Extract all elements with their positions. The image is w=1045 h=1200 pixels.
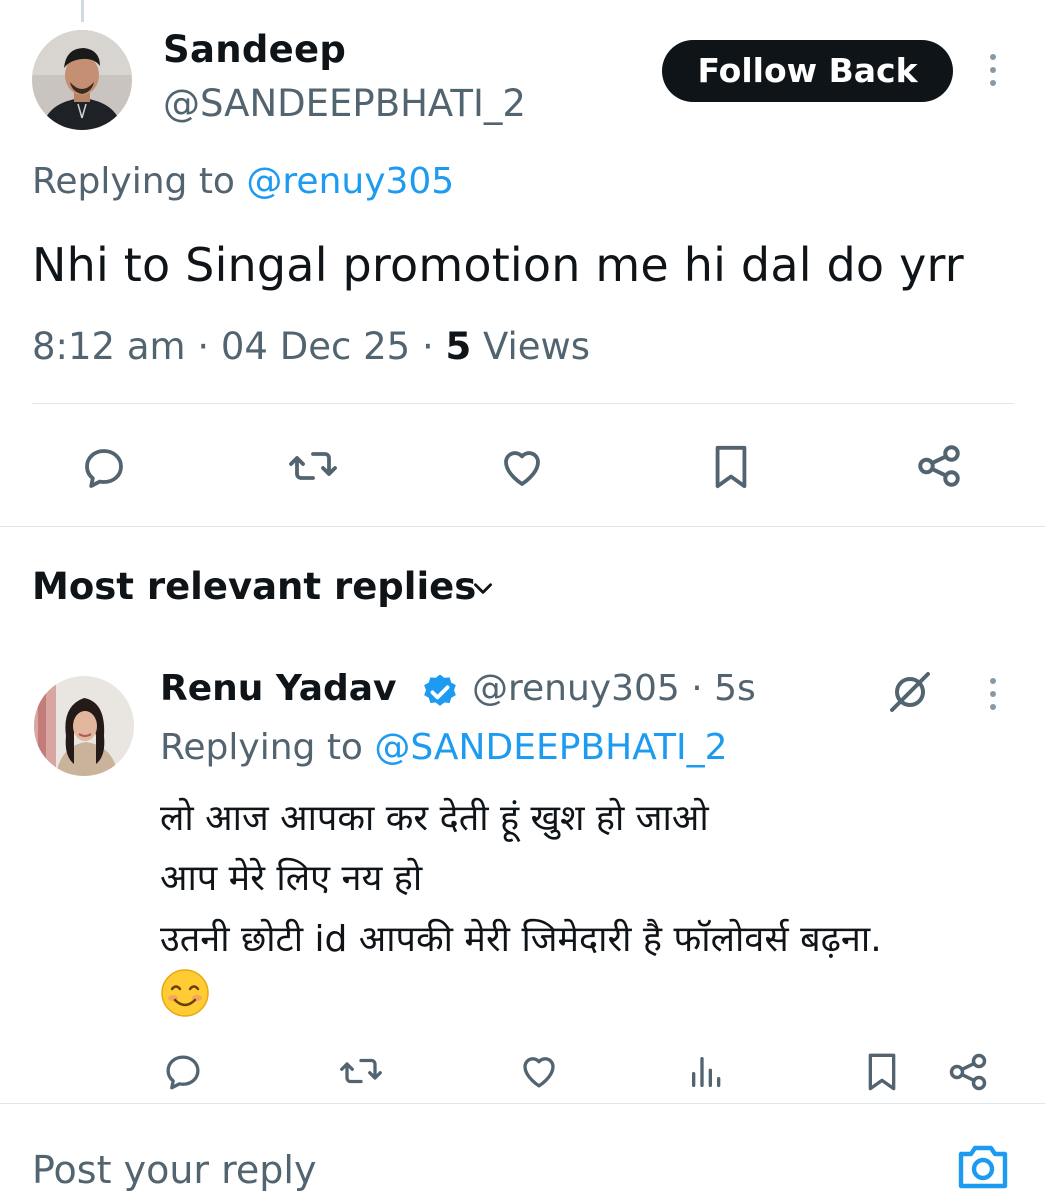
reply-author-name[interactable]: Renu Yadav — [160, 668, 397, 709]
reply-author-handle-and-age[interactable]: @renuy305 · 5s — [472, 668, 756, 709]
reply-replying-prefix: Replying to — [160, 727, 375, 768]
divider — [32, 403, 1014, 404]
like-heart-icon[interactable] — [497, 443, 547, 491]
reply-replying-mention-link[interactable]: @SANDEEPBHATI_2 — [374, 727, 727, 768]
divider — [0, 526, 1045, 527]
follow-back-button[interactable]: Follow Back — [662, 40, 953, 102]
reply-age[interactable]: 5s — [714, 668, 756, 709]
reply-bookmark-icon[interactable] — [862, 1050, 902, 1094]
smiling-face-emoji-icon — [160, 968, 210, 1022]
tweet-time[interactable]: 8:12 am — [32, 325, 186, 368]
reply-repost-icon[interactable] — [338, 1050, 384, 1092]
meta-separator: · — [421, 325, 446, 368]
reply-author-handle[interactable]: @renuy305 — [472, 668, 680, 709]
views-count: 5 — [445, 325, 472, 368]
views-label: Views — [482, 325, 591, 368]
tweet-meta: 8:12 am · 04 Dec 25 · 5 Views — [32, 325, 590, 368]
meta-separator: · — [197, 325, 221, 368]
author-display-name[interactable]: Sandeep — [163, 28, 346, 71]
reply-replying-to: Replying to @SANDEEPBHATI_2 — [160, 727, 728, 768]
author-handle[interactable]: @SANDEEPBHATI_2 — [163, 82, 526, 125]
reply-text-line-3: उतनी छोटी id आपकी मेरी जिमेदारी है फॉलोव… — [160, 919, 882, 960]
post-reply-input[interactable] — [32, 1140, 832, 1200]
meta-separator: · — [679, 668, 715, 709]
verified-badge-icon — [420, 672, 460, 716]
reply-text-line-1: लो आज आपका कर देती हूं खुश हो जाओ — [160, 798, 709, 839]
more-options-icon[interactable] — [987, 54, 999, 86]
reply-reply-icon[interactable] — [162, 1051, 204, 1093]
repost-icon[interactable] — [287, 442, 339, 490]
replying-mention-link[interactable]: @renuy305 — [246, 161, 454, 202]
grok-icon[interactable] — [886, 668, 934, 720]
camera-icon[interactable] — [955, 1140, 1011, 1196]
divider — [0, 1103, 1045, 1104]
reply-like-heart-icon[interactable] — [518, 1050, 560, 1092]
reply-more-options-icon[interactable] — [987, 678, 999, 710]
reply-share-icon[interactable] — [946, 1050, 990, 1094]
reply-text-line-2: आप मेरे लिए नय हो — [160, 858, 423, 899]
tweet-detail-page: Sandeep @SANDEEPBHATI_2 Follow Back Repl… — [0, 0, 1045, 1200]
reply-views-analytics-icon[interactable] — [687, 1052, 727, 1092]
tweet-date[interactable]: 04 Dec 25 — [221, 325, 410, 368]
replies-sort-label[interactable]: Most relevant replies — [32, 565, 476, 608]
thread-connector-line — [81, 0, 84, 22]
author-avatar[interactable] — [32, 30, 132, 130]
share-icon[interactable] — [914, 441, 964, 491]
reply-icon[interactable] — [80, 444, 128, 492]
bookmark-icon[interactable] — [708, 442, 754, 492]
replying-to: Replying to @renuy305 — [32, 161, 454, 202]
tweet-text: Nhi to Singal promotion me hi dal do yrr — [32, 238, 964, 292]
reply-author-avatar[interactable] — [34, 676, 134, 776]
chevron-down-icon[interactable] — [468, 575, 498, 605]
replying-prefix: Replying to — [32, 161, 247, 202]
